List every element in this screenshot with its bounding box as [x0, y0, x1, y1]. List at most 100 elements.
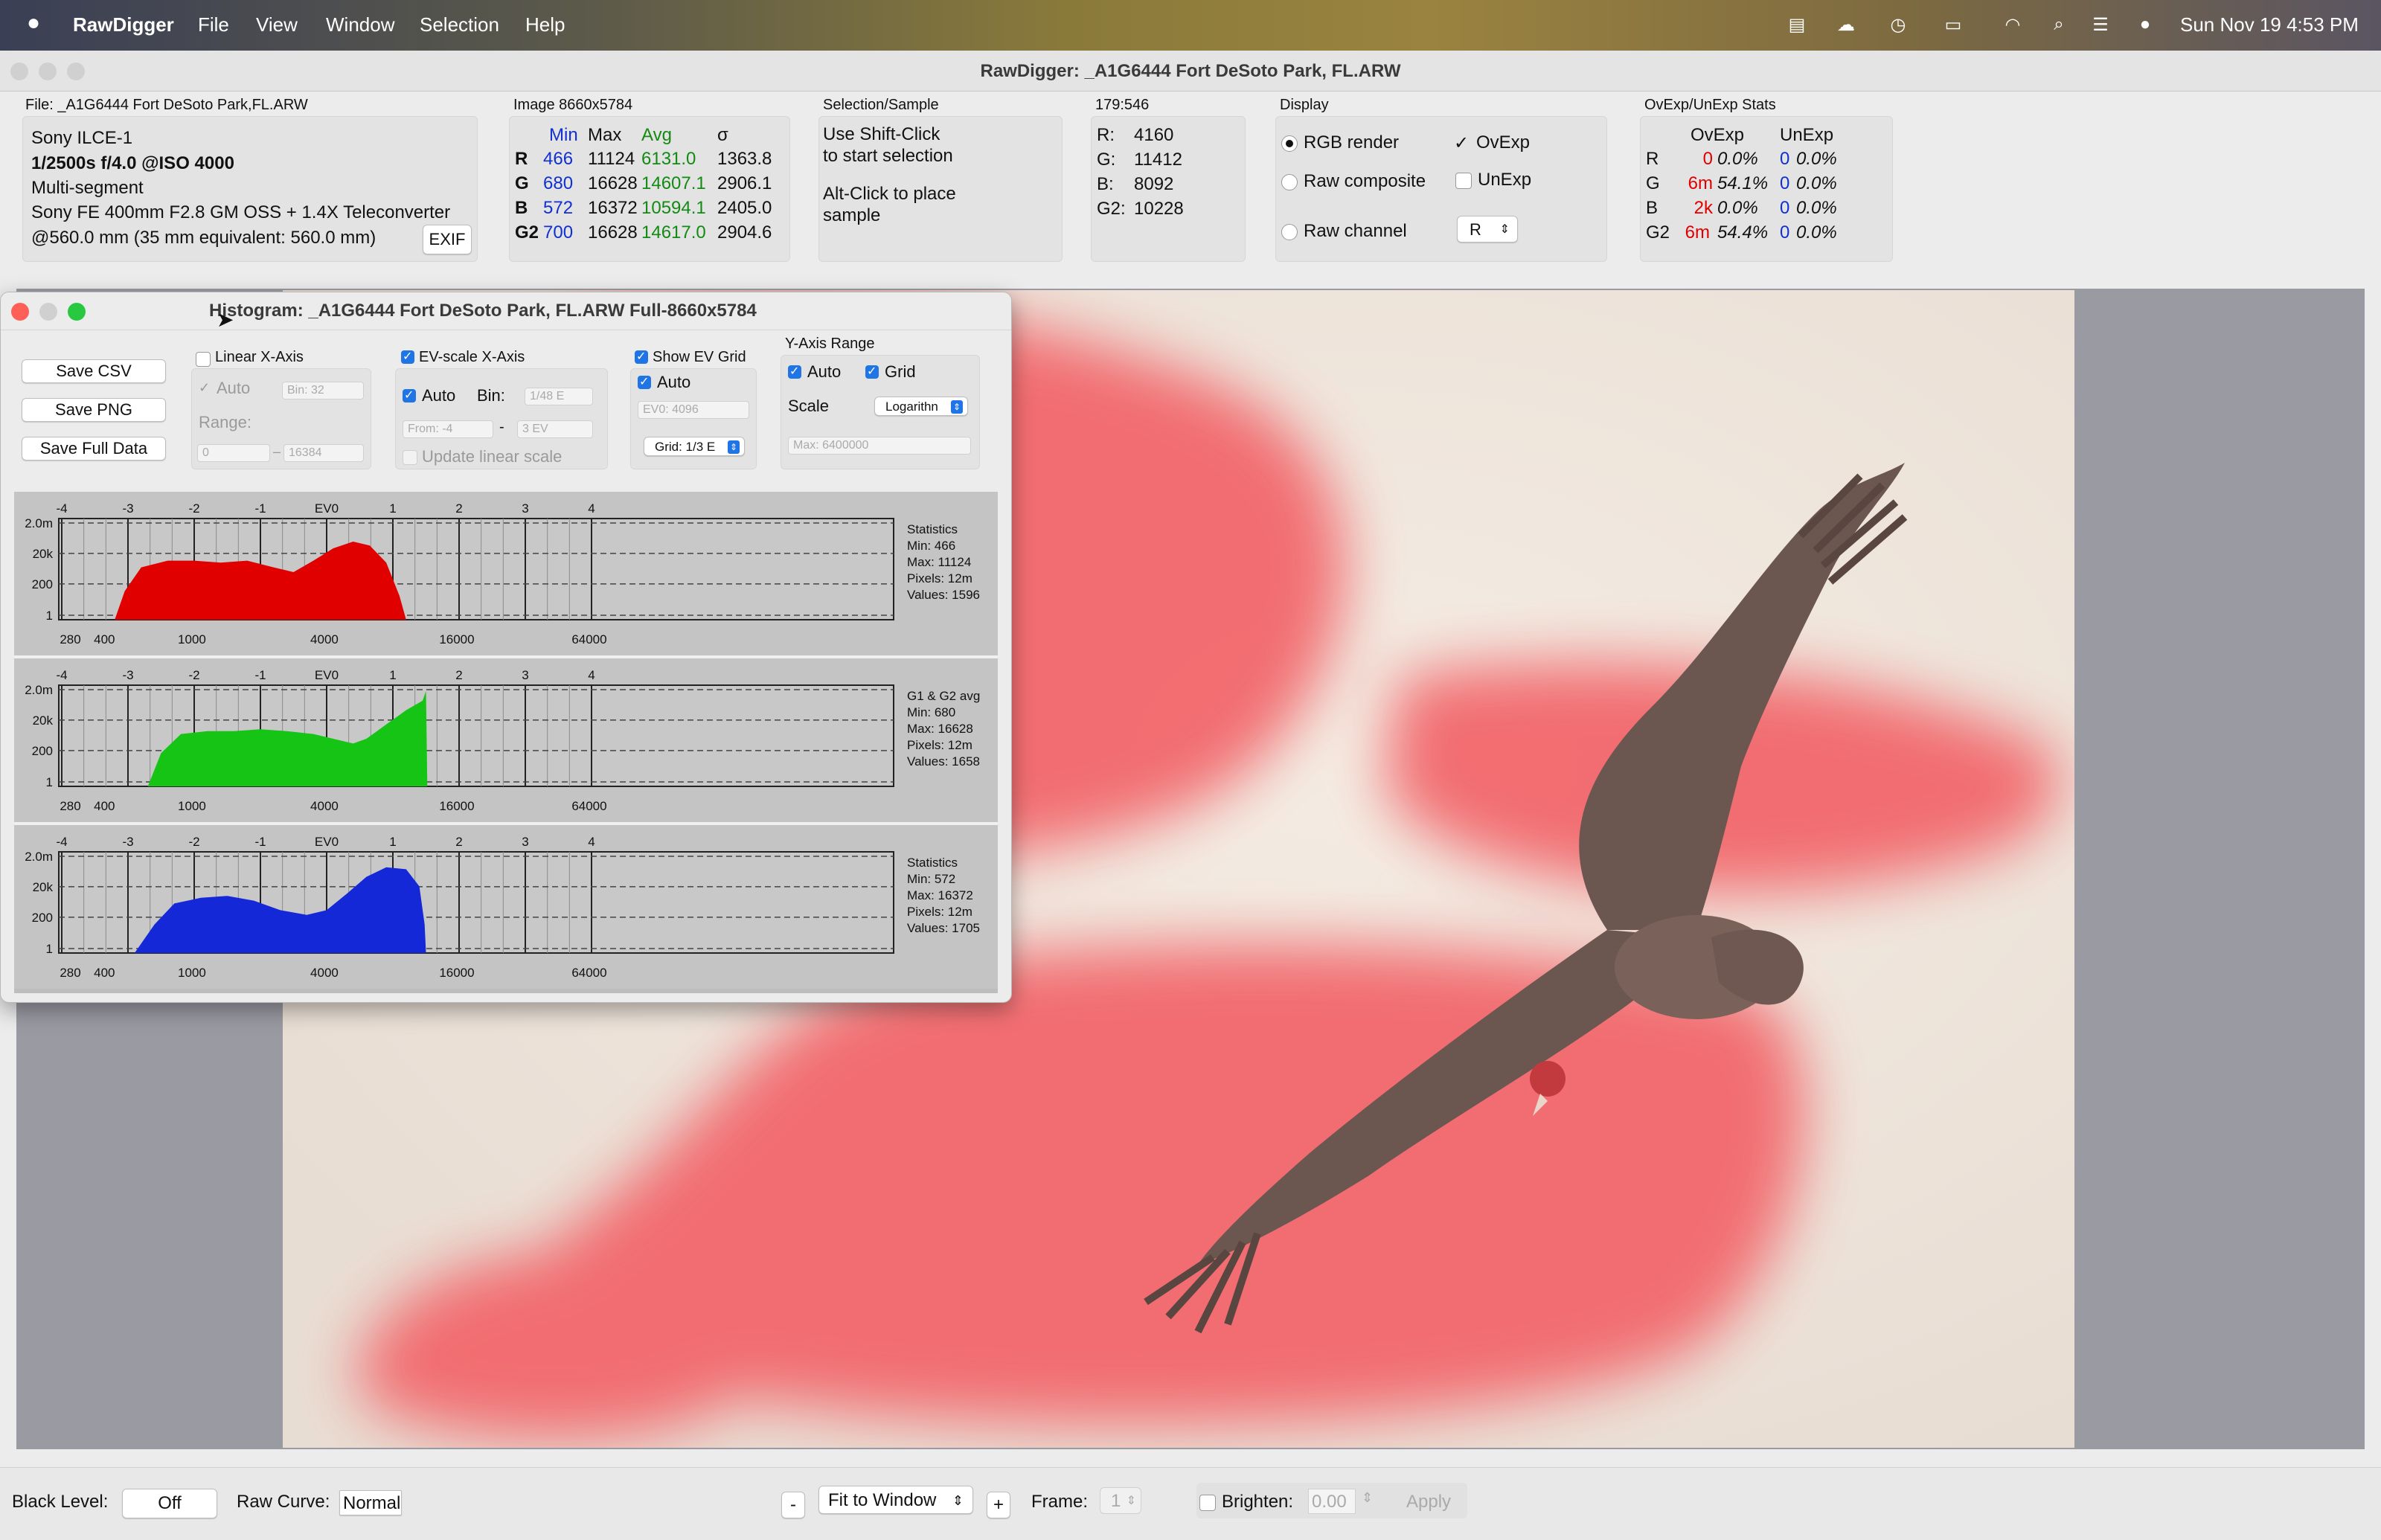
y-grid-checkbox[interactable] — [865, 364, 879, 379]
channel-label: B — [1646, 198, 1659, 218]
y-tick-label: 1 — [46, 775, 53, 789]
histogram-zoom-button[interactable] — [68, 303, 86, 321]
unexp-count: 0 — [1780, 173, 1790, 193]
x-tick-label: 1000 — [178, 632, 206, 647]
save-png-button[interactable]: Save PNG — [22, 398, 166, 422]
x-tick-label: 1000 — [178, 799, 206, 813]
wifi-icon[interactable]: ◠ — [2002, 13, 2024, 36]
grid-auto-checkbox[interactable] — [638, 374, 651, 389]
display-label: Display — [1280, 97, 1329, 113]
menu-app-name[interactable]: RawDigger — [73, 13, 174, 36]
menu-window[interactable]: Window — [326, 13, 394, 36]
coordinate-value: 8092 — [1134, 174, 1174, 194]
brighten-field[interactable]: 0.00 — [1308, 1489, 1356, 1514]
channel-select[interactable]: R ⇕ — [1457, 216, 1518, 243]
linear-bin-field[interactable]: Bin: 32 — [282, 382, 364, 400]
bottom-toolbar: Black Level: Off Raw Curve: Normal - Fit… — [0, 1467, 2381, 1540]
ev-from-field[interactable]: From: -4 — [403, 420, 493, 438]
histogram-close-button[interactable] — [11, 303, 29, 321]
menu-help[interactable]: Help — [525, 13, 565, 36]
linear-x-axis-checkbox[interactable] — [196, 352, 211, 367]
unexp-percent: 0.0% — [1796, 173, 1837, 193]
ev-auto-checkbox[interactable] — [403, 388, 416, 402]
ev-tick-label: 2 — [455, 668, 462, 682]
ovexp-stats-label: OvExp/UnExp Stats — [1644, 97, 1776, 113]
black-level-button[interactable]: Off — [122, 1489, 217, 1518]
battery-icon[interactable]: ▭ — [1942, 13, 1964, 36]
ev-scale-checkbox[interactable] — [401, 349, 414, 364]
save-csv-button[interactable]: Save CSV — [22, 359, 166, 383]
stepper-arrows-icon: ⇕ — [951, 400, 963, 414]
y-auto-checkbox[interactable] — [788, 364, 801, 379]
channel-label: G — [1646, 173, 1660, 193]
unexp-count: 0 — [1780, 149, 1790, 169]
ev-tick-label: 2 — [455, 835, 462, 849]
coordinate-label: 179:546 — [1095, 97, 1150, 113]
sidebar-icon[interactable]: ▤ — [1786, 13, 1808, 36]
y-scale-select[interactable]: Logarithn ⇕ — [874, 397, 968, 416]
ev-tick-label: EV0 — [315, 668, 339, 682]
histogram-separator — [14, 655, 998, 658]
time-machine-icon[interactable]: ◷ — [1887, 13, 1909, 36]
zoom-out-button[interactable]: - — [781, 1492, 805, 1518]
raw-channel-radio[interactable] — [1281, 224, 1298, 240]
ovexp-count: 6m — [1688, 173, 1713, 193]
ovexp-percent: 54.4% — [1717, 222, 1769, 243]
unexp-checkbox[interactable] — [1455, 173, 1472, 189]
x-tick-label: 4000 — [310, 632, 339, 647]
x-tick-label: 16000 — [439, 632, 474, 647]
ev0-field[interactable]: EV0: 4096 — [638, 401, 749, 419]
ev-tick-label: -2 — [188, 501, 199, 516]
update-linear-scale-label: Update linear scale — [422, 447, 563, 466]
ev-bin-field[interactable]: 1/48 E — [525, 388, 593, 405]
menu-selection[interactable]: Selection — [420, 13, 499, 36]
zoom-select[interactable]: Fit to Window ⇕ — [818, 1486, 973, 1514]
menu-view[interactable]: View — [256, 13, 298, 36]
raw-composite-radio[interactable] — [1281, 174, 1298, 190]
raw-curve-field[interactable]: Normal — [339, 1490, 402, 1515]
brighten-checkbox[interactable] — [1199, 1495, 1216, 1511]
show-ev-grid-checkbox[interactable] — [635, 349, 648, 364]
histogram-charts[interactable]: -4 -3 -2 -1 EV0 1 2 3 4 2.0m 20k 200 1 280 400 1000 4000… — [14, 492, 998, 993]
creative-cloud-icon[interactable]: ☁ — [1835, 13, 1857, 36]
ovexp-checkmark-icon[interactable]: ✓ — [1454, 132, 1469, 154]
ev-tick-label: 4 — [588, 835, 595, 849]
histogram-panel: -4 -3 -2 -1 EV0 1 2 3 4 2.0m 20k 200 1 280 400 1000 4000… — [14, 492, 998, 655]
ev-tick-label: EV0 — [315, 501, 339, 516]
zoom-in-button[interactable]: + — [987, 1492, 1010, 1518]
menu-file[interactable]: File — [198, 13, 229, 36]
siri-icon[interactable]: ● — [2134, 13, 2156, 36]
apple-icon[interactable]: ● — [27, 10, 40, 36]
rgb-render-radio[interactable] — [1281, 135, 1298, 152]
ovexp-stats-row: B 2k 0.0% 0 0.0% — [1646, 198, 1891, 222]
camera-model: Sony ILCE-1 — [31, 128, 133, 148]
control-center-icon[interactable]: ☰ — [2089, 13, 2112, 36]
image-stats-header-cell: Max — [588, 125, 622, 145]
spotlight-search-icon[interactable]: ⌕ — [2048, 13, 2070, 36]
linear-auto-checkmark-icon[interactable]: ✓ — [199, 380, 210, 396]
frame-stepper[interactable]: 1 ⇕ — [1100, 1487, 1141, 1514]
ev-tick-label: 4 — [588, 501, 595, 516]
stat-max: 11124 — [588, 149, 635, 169]
y-tick-label: 2.0m — [25, 683, 53, 697]
exif-button[interactable]: EXIF — [423, 225, 472, 254]
coordinate-channel: R: — [1097, 125, 1115, 145]
stepper-arrows-icon: ⇕ — [952, 1493, 964, 1508]
stepper-arrows-icon[interactable]: ⇕ — [1362, 1490, 1373, 1506]
linear-range-from-field[interactable]: 0 — [197, 444, 270, 462]
ev-tick-label: -4 — [56, 668, 67, 682]
update-linear-scale-checkbox[interactable] — [403, 450, 417, 465]
image-stats-header-cell: Min — [549, 125, 578, 145]
menu-clock[interactable]: Sun Nov 19 4:53 PM — [2180, 13, 2359, 36]
histogram-minimize-button[interactable] — [39, 303, 57, 321]
grid-step-select[interactable]: Grid: 1/3 E ⇕ — [644, 437, 745, 456]
ev-tick-label: -3 — [122, 501, 133, 516]
apply-button[interactable]: Apply — [1406, 1492, 1451, 1512]
histogram-stat-line: Min: 680 — [907, 705, 955, 719]
image-stats-header-cell: σ — [717, 125, 728, 145]
save-full-data-button[interactable]: Save Full Data — [22, 437, 166, 461]
y-max-field[interactable]: Max: 6400000 — [788, 437, 971, 455]
linear-range-to-field[interactable]: 16384 — [283, 444, 364, 462]
ev-to-field[interactable]: 3 EV — [517, 420, 593, 438]
y-tick-label: 2.0m — [25, 850, 53, 864]
